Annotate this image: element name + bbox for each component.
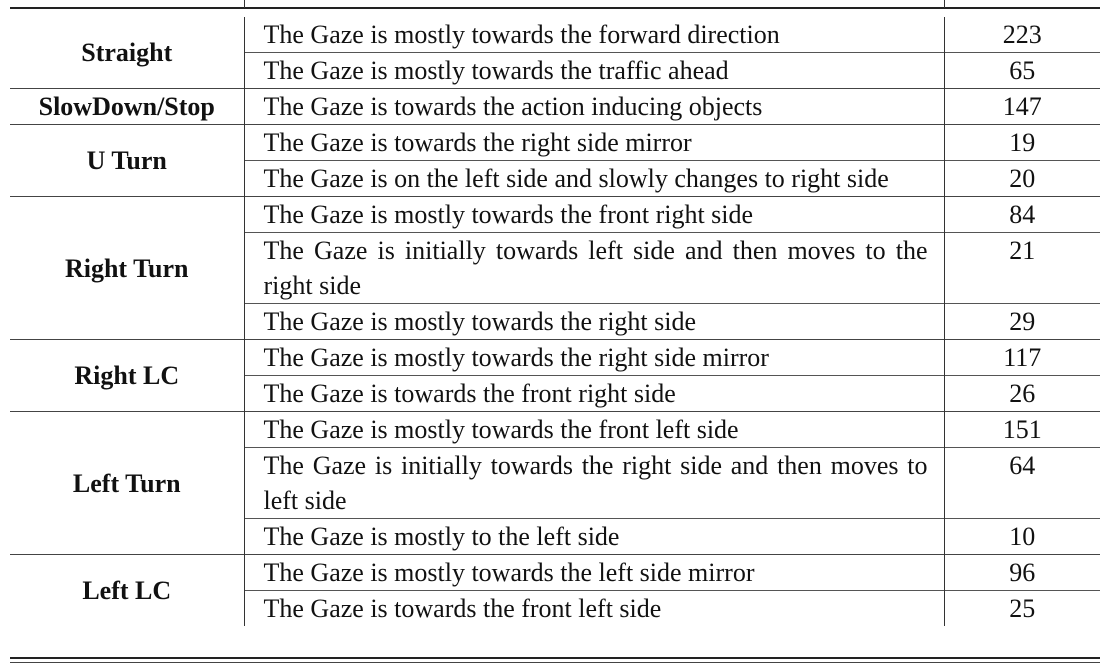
table-row: Right LC The Gaze is mostly towards the r… — [10, 339, 1100, 412]
gaze-description: The Gaze is mostly towards the front lef… — [244, 411, 945, 448]
gaze-description: The Gaze is initially towards the right … — [244, 447, 945, 519]
table-row: Left Turn The Gaze is mostly towards the … — [10, 411, 1100, 555]
sample-count: 96 — [944, 554, 1100, 591]
table-row: Right Turn The Gaze is mostly towards the… — [10, 196, 1100, 340]
sample-count: 147 — [944, 88, 1100, 125]
table-body: Straight The Gaze is mostly towards the f… — [10, 17, 1100, 626]
table-row: Straight The Gaze is mostly towards the f… — [10, 17, 1100, 89]
sample-count: 10 — [944, 518, 1100, 555]
sample-count: 64 — [944, 447, 1100, 519]
table-top-rule — [10, 7, 1100, 9]
gaze-description: The Gaze is on the left side and slowly … — [244, 160, 945, 197]
gaze-description: The Gaze is towards the front left side — [244, 590, 945, 626]
gaze-description: The Gaze is mostly towards the forward d… — [244, 17, 945, 53]
gaze-description: The Gaze is towards the right side mirro… — [244, 124, 945, 161]
gaze-description: The Gaze is mostly to the left side — [244, 518, 945, 555]
maneuver-category: Left LC — [10, 554, 245, 626]
table-bottom-rule-secondary — [10, 662, 1100, 663]
maneuver-category: Left Turn — [10, 411, 245, 555]
sample-count: 84 — [944, 196, 1100, 233]
gaze-description: The Gaze is mostly towards the right sid… — [244, 339, 945, 376]
sample-count: 21 — [944, 232, 1100, 304]
table-row: U Turn The Gaze is towards the right side… — [10, 124, 1100, 197]
sample-count: 25 — [944, 590, 1100, 626]
table-row: Left LC The Gaze is mostly towards the le… — [10, 554, 1100, 626]
maneuver-category: SlowDown/Stop — [10, 88, 245, 125]
sample-count: 151 — [944, 411, 1100, 448]
gaze-behavior-table: Straight The Gaze is mostly towards the f… — [10, 17, 1100, 626]
gaze-description: The Gaze is mostly towards the front rig… — [244, 196, 945, 233]
table-bottom-rule — [10, 657, 1100, 659]
gaze-description: The Gaze is towards the front right side — [244, 375, 945, 412]
sample-count: 117 — [944, 339, 1100, 376]
maneuver-category: U Turn — [10, 124, 245, 197]
maneuver-category: Right Turn — [10, 196, 245, 340]
sample-count: 20 — [944, 160, 1100, 197]
maneuver-category: Straight — [10, 17, 245, 89]
sample-count: 223 — [1002, 20, 1042, 49]
table-row: SlowDown/Stop The Gaze is towards the act… — [10, 88, 1100, 125]
sample-count: 29 — [944, 303, 1100, 340]
sample-count: 26 — [944, 375, 1100, 412]
column-divider-stub — [944, 0, 945, 8]
gaze-description: The Gaze is towards the action inducing … — [244, 88, 945, 125]
gaze-description: The Gaze is mostly towards the traffic a… — [244, 52, 945, 89]
maneuver-category: Right LC — [10, 339, 245, 412]
column-divider-stub — [244, 0, 245, 8]
sample-count: 65 — [944, 52, 1100, 89]
gaze-description: The Gaze is initially towards left side … — [244, 232, 945, 304]
gaze-description: The Gaze is mostly towards the right sid… — [244, 303, 945, 340]
gaze-description: The Gaze is mostly towards the left side… — [244, 554, 945, 591]
sample-count: 19 — [944, 124, 1100, 161]
